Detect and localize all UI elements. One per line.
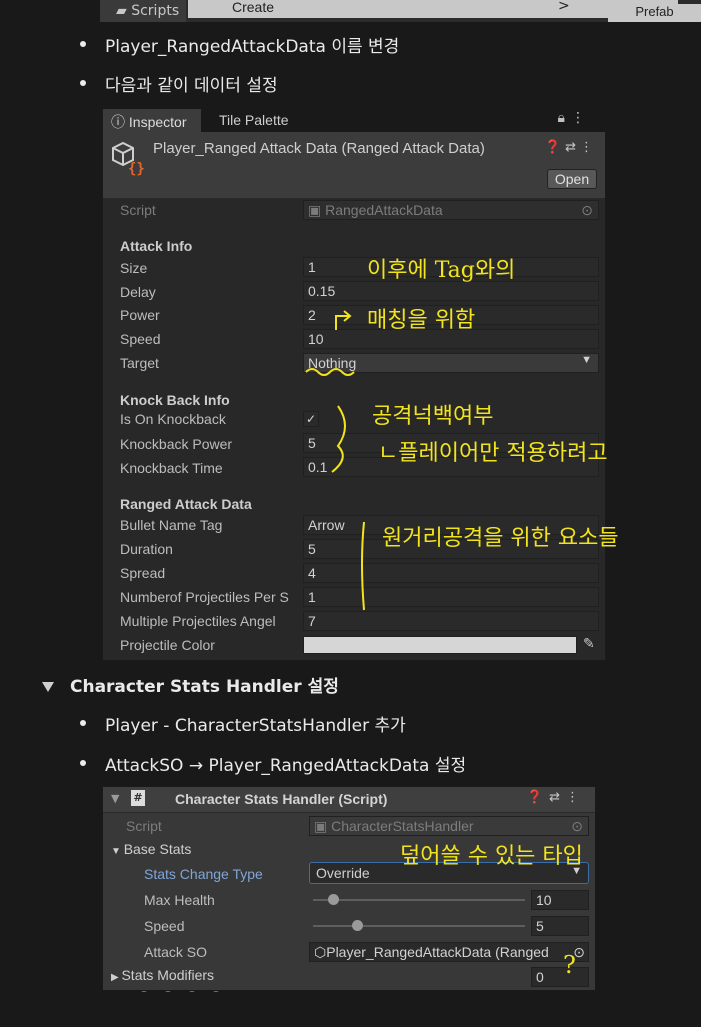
annotation-ranged: 원거리공격을 위한 요소들 (382, 526, 619, 551)
bullet-item: Player - CharacterStatsHandler 추가 (80, 711, 406, 736)
annotation-matching: 매칭을 위함 (367, 308, 476, 333)
csharp-script-icon: # (131, 790, 145, 806)
foldout-arrow-icon: ▶ (111, 972, 122, 983)
stats-handler-panel: ▼ # Character Stats Handler (Script) ❓⇄⋮… (102, 786, 596, 991)
annotation-player-only: ㄴ플레이어만 적용하려고 (378, 441, 608, 466)
max-health-field[interactable]: 10 (531, 890, 589, 910)
stats-modifiers-count[interactable]: 0 (531, 967, 589, 987)
foldout-arrow-icon[interactable]: ▼ (111, 792, 119, 805)
scriptable-object-icon: ⬡ (314, 944, 327, 960)
attack-so-label: Attack SO (144, 944, 208, 960)
script-field[interactable]: ▣ CharacterStatsHandler ⊙ (309, 816, 589, 836)
toggle-section-heading[interactable]: Character Stats Handler 설정 (42, 672, 339, 697)
component-header[interactable]: ▼ # Character Stats Handler (Script) ❓⇄⋮ (103, 787, 595, 813)
base-stats-foldout[interactable]: ▼ Base Stats (111, 841, 191, 857)
object-picker-icon[interactable]: ⊙ (571, 818, 583, 835)
stats-change-type-label: Stats Change Type (144, 866, 263, 882)
annotation-override: 덮어쓸 수 있는 타입 (400, 844, 583, 869)
foldout-arrow-icon: ▼ (111, 846, 124, 857)
speed-field[interactable]: 5 (531, 916, 589, 936)
max-health-slider-track[interactable] (313, 899, 525, 901)
annotation-question: ? (563, 951, 576, 979)
help-icon[interactable]: ❓⇄⋮ (527, 790, 585, 805)
attack-so-field[interactable]: ⬡Player_RangedAttackData (Ranged ⊙ (309, 942, 589, 962)
speed-slider-track[interactable] (313, 925, 525, 927)
max-health-slider-handle[interactable] (328, 894, 339, 905)
component-title: Character Stats Handler (Script) (175, 791, 388, 807)
max-health-label: Max Health (144, 892, 215, 908)
collapse-triangle-icon (42, 682, 54, 692)
annotation-knockback: 공격넉백여부 (372, 404, 494, 429)
script-file-icon: ▣ (314, 818, 332, 834)
speed-label: Speed (144, 918, 185, 934)
speed-slider-handle[interactable] (352, 920, 363, 931)
script-label: Script (126, 818, 162, 834)
bullet-item: AttackSO → Player_RangedAttackData 설정 (80, 751, 466, 776)
stats-modifiers-foldout[interactable]: ▶ Stats Modifiers (111, 967, 214, 983)
annotation-tag: 이후에 Tag와의 (367, 258, 516, 283)
